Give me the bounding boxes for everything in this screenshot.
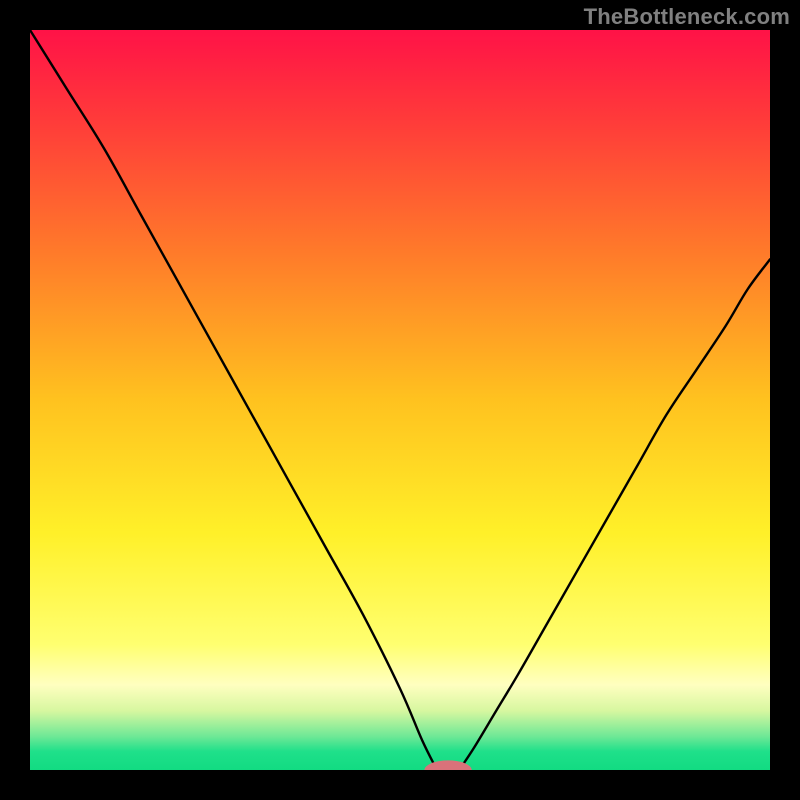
watermark-text: TheBottleneck.com [584,4,790,30]
chart-frame: TheBottleneck.com [0,0,800,800]
bottleneck-chart [30,30,770,770]
gradient-background [30,30,770,770]
